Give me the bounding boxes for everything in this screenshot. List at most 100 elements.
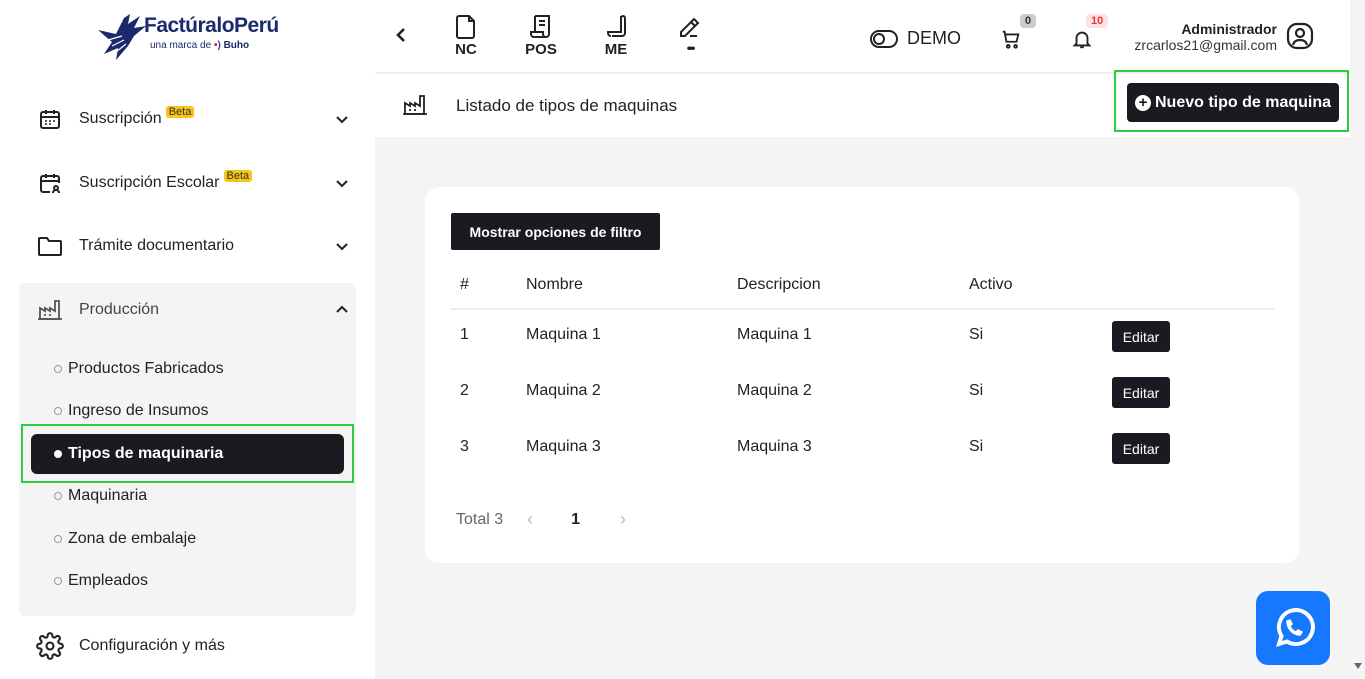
column-header: Descripcion: [737, 276, 821, 293]
sidebar-item-label: Suscripción Beta: [79, 106, 195, 128]
receipt-icon: [530, 15, 550, 38]
sidebar-item-configuracion[interactable]: Configuración y más: [36, 628, 351, 664]
logo-sub-prefix: una marca de: [150, 40, 212, 51]
scroll-down-icon[interactable]: [1354, 663, 1362, 669]
sidebar-subitem-empleados[interactable]: Empleados: [54, 568, 148, 594]
calendar-user-icon: [36, 169, 64, 197]
user-name: Administrador: [1181, 21, 1277, 37]
cart-count-badge: 0: [1020, 14, 1037, 28]
subitem-label: Ingreso de Insumos: [68, 402, 209, 419]
pencil-icon: [680, 17, 700, 37]
topbar: NC POS ME ••• DEMO 0 10 Administrador zr…: [375, 0, 1350, 73]
next-page-button[interactable]: ›: [620, 509, 626, 530]
highlight-box-new-button: [1114, 70, 1349, 132]
edit-button[interactable]: Editar: [1112, 433, 1170, 464]
bullet-icon: [54, 407, 62, 415]
edit-button[interactable]: Editar: [1112, 377, 1170, 408]
beta-badge: Beta: [223, 170, 253, 182]
logo-sub-brand: Buho: [223, 40, 250, 51]
tool-nc-button[interactable]: NC: [441, 14, 491, 58]
tool-label: POS: [525, 41, 557, 58]
subitem-label: Empleados: [68, 572, 149, 589]
document-icon: [456, 15, 475, 39]
subitem-label: Productos Fabricados: [68, 360, 224, 377]
pagination: Total 3 ‹ 1 ›: [456, 509, 626, 530]
tool-label: NC: [455, 41, 477, 58]
tool-me-button[interactable]: ME: [591, 14, 641, 58]
tool-more-button[interactable]: •••: [665, 14, 715, 55]
cell-description: Maquina 2: [737, 382, 812, 399]
cell-name: Maquina 3: [526, 438, 601, 455]
cell-description: Maquina 3: [737, 438, 812, 455]
sidebar-subitem-productos-fabricados[interactable]: Productos Fabricados: [54, 356, 224, 382]
cell-active: Si: [969, 382, 984, 399]
cell-active: Si: [969, 326, 984, 343]
sidebar-item-suscripcion-escolar[interactable]: Suscripción Escolar Beta: [36, 165, 351, 201]
whatsapp-icon: [1275, 608, 1315, 648]
prev-page-button[interactable]: ‹: [527, 509, 533, 530]
cell-description: Maquina 1: [737, 326, 812, 343]
logo-subtitle: una marca de •) Buho: [150, 40, 250, 51]
cell-name: Maquina 1: [526, 326, 601, 343]
toggle-icon: [870, 29, 898, 48]
bullet-icon: [54, 492, 62, 500]
cell-number: 3: [460, 438, 469, 455]
sidebar-item-suscripcion[interactable]: Suscripción Beta: [36, 101, 351, 137]
sidebar-item-label: Configuración y más: [79, 637, 225, 654]
user-avatar-icon[interactable]: [1285, 21, 1315, 51]
sidebar-subitem-ingreso-insumos[interactable]: Ingreso de Insumos: [54, 398, 209, 424]
demo-toggle[interactable]: DEMO: [870, 28, 961, 49]
machine-types-table: # Nombre Descripcion Activo 1 Maquina 1 …: [451, 266, 1274, 478]
cell-active: Si: [969, 438, 984, 455]
folder-icon: [36, 232, 64, 260]
subitem-label: Zona de embalaje: [68, 530, 197, 547]
logo-brand: FactúraloPerú: [144, 14, 279, 37]
notification-count-badge: 10: [1086, 14, 1109, 28]
table-row: 2 Maquina 2 Maquina 2 Si Editar: [451, 366, 1274, 422]
factory-icon: [36, 296, 64, 324]
chevron-up-icon: [336, 305, 348, 313]
bullet-icon: [54, 577, 62, 585]
sidebar-item-label: Trámite documentario: [79, 237, 235, 254]
beta-badge: Beta: [165, 106, 195, 118]
bullet-icon: [54, 365, 62, 373]
user-email: zrcarlos21@gmail.com: [1134, 37, 1277, 53]
gear-icon: [36, 632, 64, 660]
table-row: 1 Maquina 1 Maquina 1 Si Editar: [451, 310, 1274, 366]
cell-number: 2: [460, 382, 469, 399]
column-header: Nombre: [526, 276, 583, 293]
column-header: Activo: [969, 276, 1013, 293]
bell-icon[interactable]: [1071, 28, 1093, 50]
logo[interactable]: FactúraloPerú una marca de •) Buho: [94, 10, 294, 65]
hummingbird-logo-icon: [98, 14, 146, 60]
sidebar-subitem-zona-embalaje[interactable]: Zona de embalaje: [54, 526, 196, 552]
chevron-down-icon: [336, 180, 348, 188]
table-header: # Nombre Descripcion Activo: [451, 266, 1274, 310]
filter-options-button[interactable]: Mostrar opciones de filtro: [451, 213, 660, 250]
bullet-icon: [54, 535, 62, 543]
content-card: Mostrar opciones de filtro # Nombre Desc…: [425, 187, 1299, 563]
subitem-label: Maquinaria: [68, 487, 148, 504]
factory-icon: [403, 95, 427, 115]
demo-label: DEMO: [907, 28, 961, 48]
cell-number: 1: [460, 326, 469, 343]
sidebar: FactúraloPerú una marca de •) Buho Suscr…: [0, 0, 375, 679]
highlight-box-active-item: [21, 424, 354, 483]
calendar-icon: [36, 105, 64, 133]
chevron-down-icon: [336, 116, 348, 124]
whatsapp-button[interactable]: [1256, 591, 1330, 665]
tool-pos-button[interactable]: POS: [516, 14, 566, 58]
scrollbar[interactable]: [1350, 0, 1365, 679]
sidebar-item-produccion[interactable]: Producción: [36, 292, 351, 328]
chevron-down-icon: [336, 243, 348, 251]
edit-button[interactable]: Editar: [1112, 321, 1170, 352]
table-row: 3 Maquina 3 Maquina 3 Si Editar: [451, 422, 1274, 478]
scroll-icon: [607, 15, 626, 37]
column-header: #: [460, 276, 469, 293]
cart-icon[interactable]: [1000, 28, 1022, 50]
sidebar-item-tramite[interactable]: Trámite documentario: [36, 228, 351, 264]
chevron-left-icon[interactable]: [393, 25, 409, 45]
page-number-button[interactable]: 1: [571, 511, 580, 529]
page-title: Listado de tipos de maquinas: [456, 96, 678, 115]
sidebar-subitem-maquinaria[interactable]: Maquinaria: [54, 483, 147, 509]
